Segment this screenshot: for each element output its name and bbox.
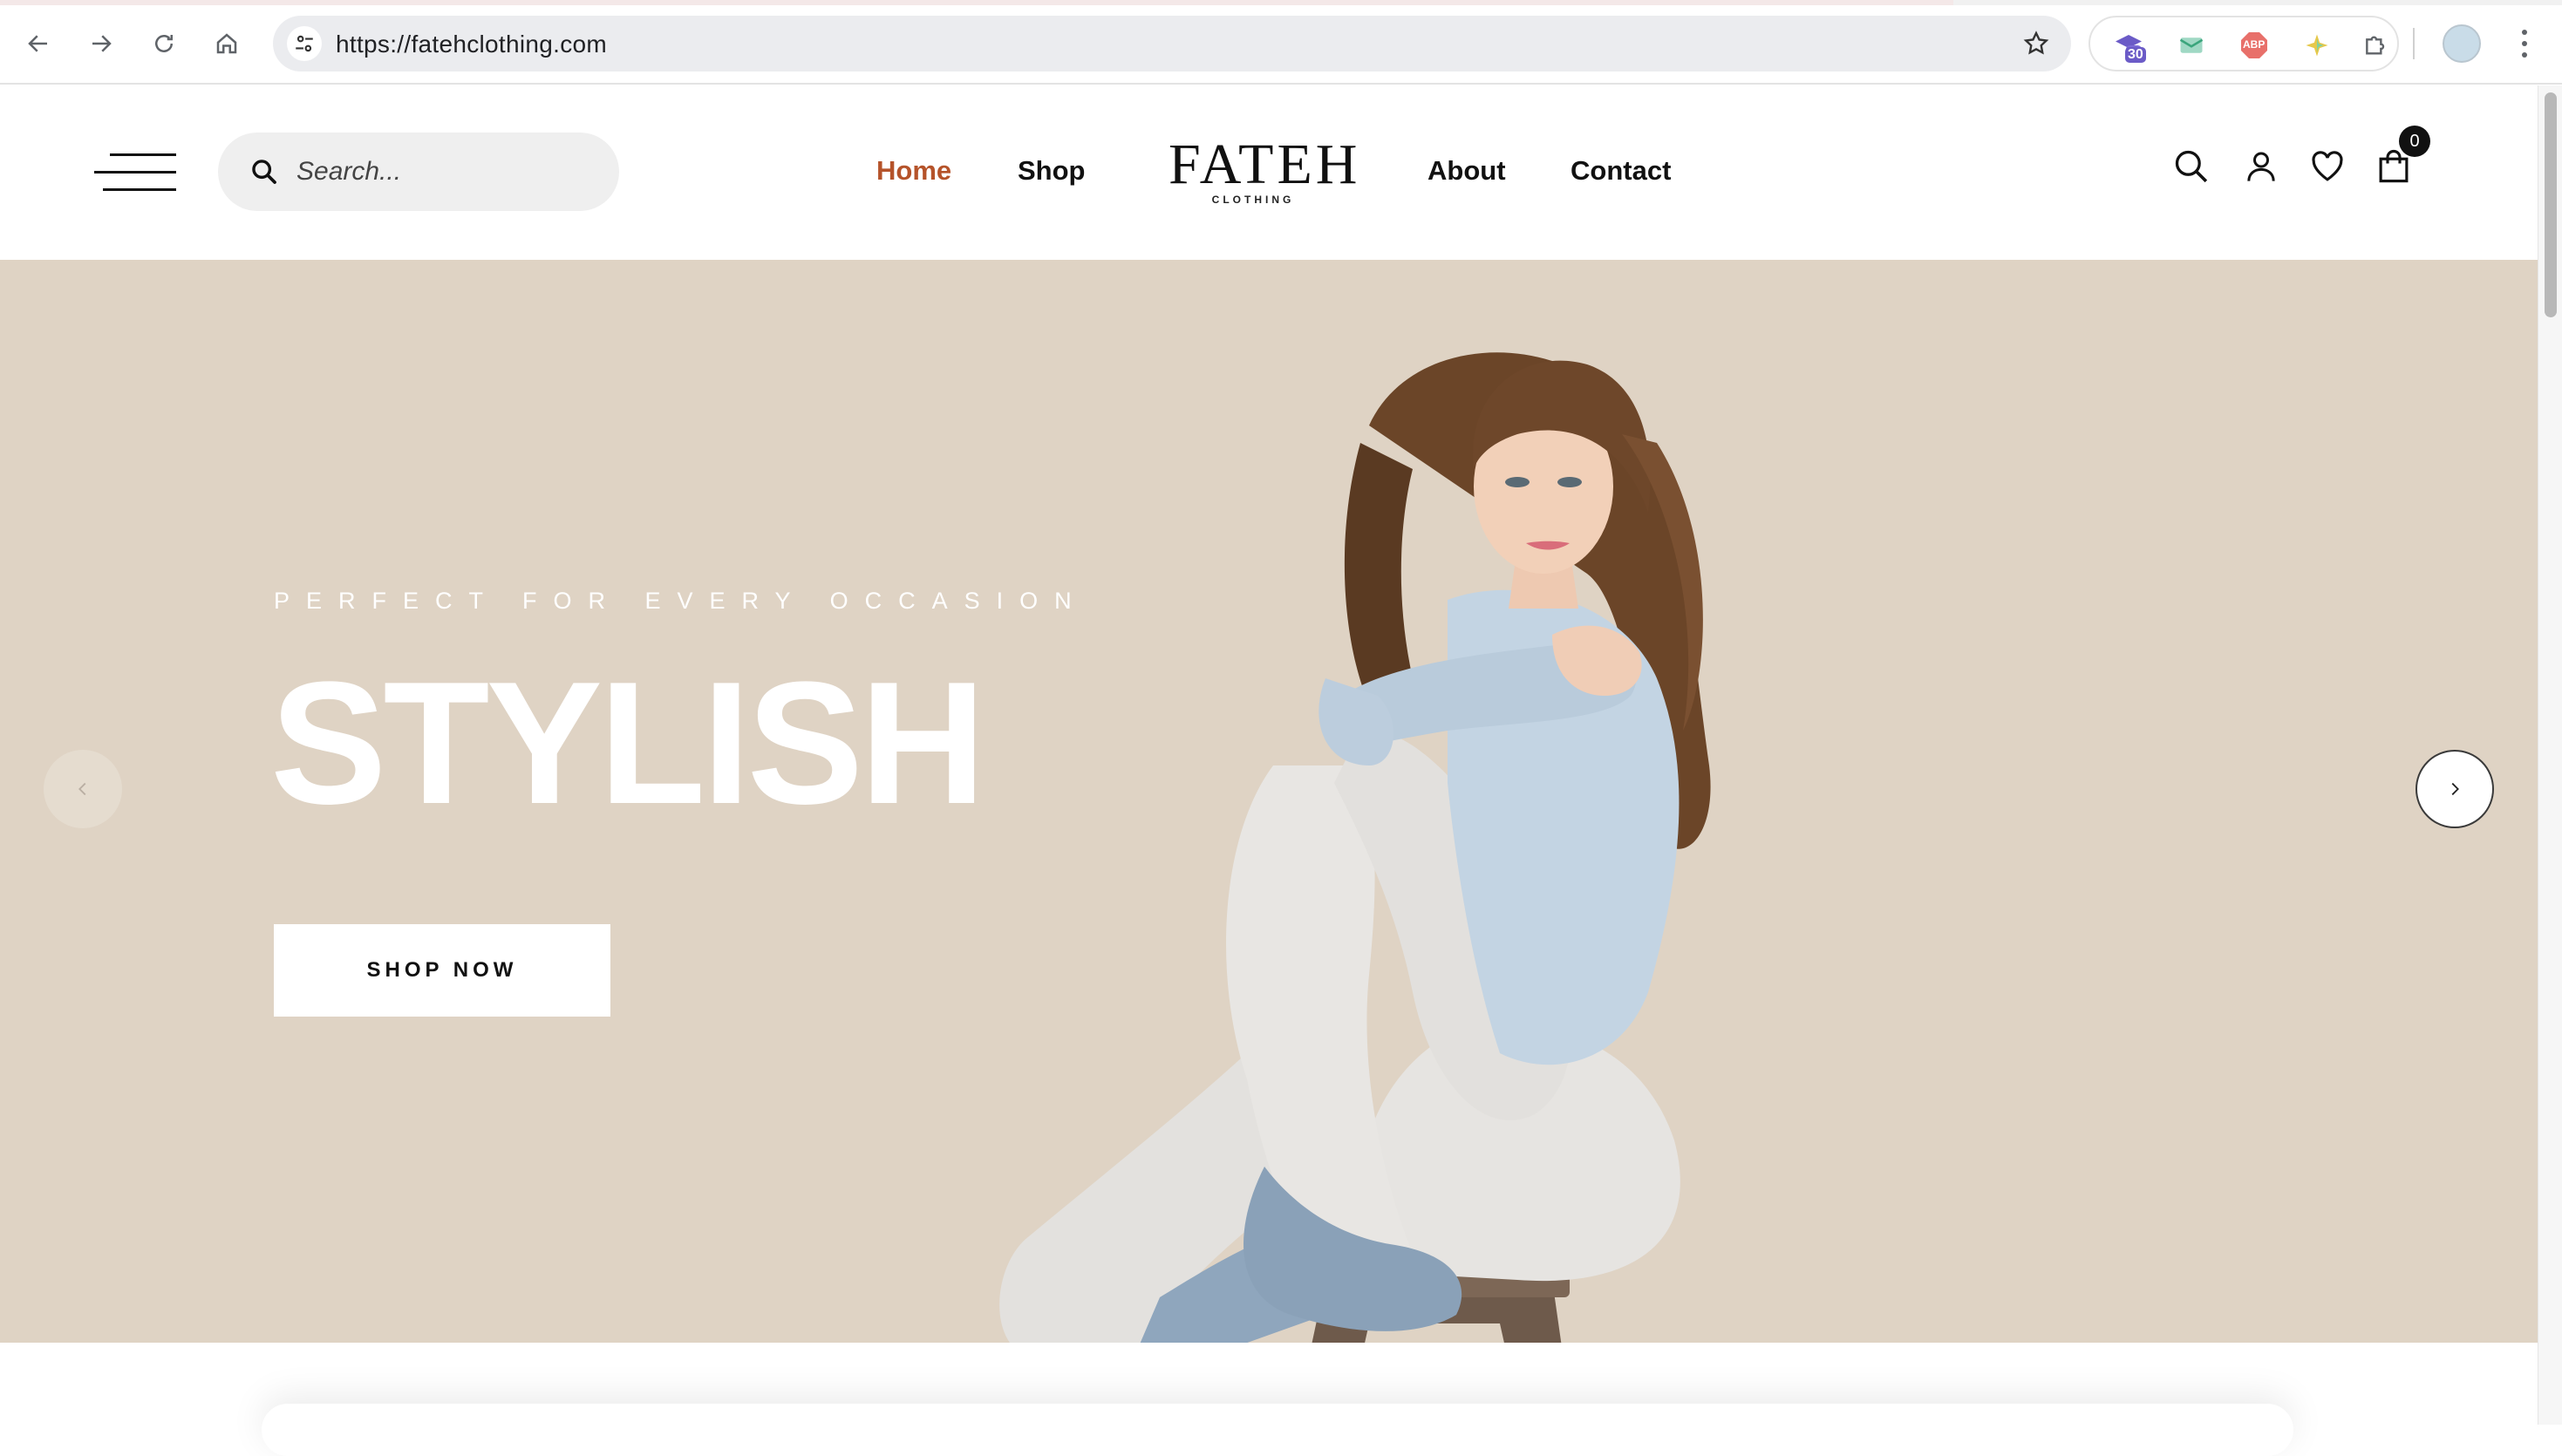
hero-model-image bbox=[999, 352, 1711, 1343]
extension-school[interactable]: 30 bbox=[2113, 30, 2146, 63]
url-text[interactable]: https://fatehclothing.com bbox=[336, 31, 607, 58]
adblock-label: ABP bbox=[2243, 38, 2266, 51]
browser-menu-button[interactable] bbox=[2511, 26, 2538, 61]
hero-headline: STYLISH bbox=[270, 646, 986, 840]
nav-contact[interactable]: Contact bbox=[1571, 155, 1671, 187]
chevron-right-icon bbox=[2451, 782, 2459, 796]
extension-adblock[interactable]: ABP bbox=[2238, 30, 2270, 61]
extension-mail[interactable] bbox=[2176, 30, 2207, 61]
puzzle-icon bbox=[2366, 36, 2385, 55]
home-button[interactable] bbox=[206, 23, 248, 65]
browser-toolbar: https://fatehclothing.com 30 ABP bbox=[0, 0, 2562, 85]
account-button[interactable] bbox=[2239, 143, 2283, 190]
tune-icon bbox=[296, 35, 313, 52]
reload-button[interactable] bbox=[143, 23, 185, 65]
site-header: Home Shop FATEH CLOTHING About Contact 0 bbox=[0, 85, 2538, 260]
tab-strip bbox=[0, 0, 2562, 5]
slider-prev-button[interactable] bbox=[44, 750, 122, 828]
active-tab-edge[interactable] bbox=[0, 0, 1953, 5]
header-search-button[interactable] bbox=[2170, 143, 2213, 190]
nav-home[interactable]: Home bbox=[876, 155, 951, 187]
star-icon bbox=[2023, 31, 2049, 55]
hero-slider: PERFECT FOR EVERY OCCASION STYLISH SHOP … bbox=[0, 260, 2538, 1343]
mail-icon bbox=[2179, 37, 2204, 53]
forward-button[interactable] bbox=[80, 23, 122, 65]
feature-card bbox=[262, 1404, 2293, 1456]
arrow-right-icon bbox=[92, 35, 112, 52]
scrollbar-thumb[interactable] bbox=[2545, 92, 2557, 317]
search-input[interactable] bbox=[296, 152, 593, 192]
extension-sparkle[interactable] bbox=[2301, 30, 2333, 61]
wishlist-button[interactable] bbox=[2306, 143, 2349, 190]
chevron-left-icon bbox=[78, 782, 86, 796]
profile-avatar[interactable] bbox=[2443, 24, 2481, 63]
search-icon bbox=[252, 160, 276, 184]
menu-toggle-button[interactable] bbox=[94, 153, 176, 192]
hero-eyebrow: PERFECT FOR EVERY OCCASION bbox=[274, 588, 1088, 614]
user-icon bbox=[2247, 152, 2275, 181]
dot-icon bbox=[2522, 41, 2527, 46]
logo-word: FATEH bbox=[1169, 133, 1361, 196]
cart-count-badge: 0 bbox=[2399, 126, 2430, 157]
dot-icon bbox=[2522, 52, 2527, 58]
home-icon bbox=[216, 33, 237, 54]
arrow-left-icon bbox=[28, 35, 47, 52]
site-logo[interactable]: FATEH CLOTHING bbox=[1169, 133, 1361, 209]
extensions-bar: 30 ABP bbox=[2088, 16, 2399, 71]
shop-now-button[interactable]: SHOP NOW bbox=[274, 924, 610, 1017]
search-box[interactable] bbox=[218, 133, 619, 211]
reload-icon bbox=[155, 35, 173, 52]
back-button[interactable] bbox=[17, 23, 59, 65]
heart-icon bbox=[2312, 151, 2343, 181]
address-bar[interactable]: https://fatehclothing.com bbox=[273, 16, 2071, 71]
extensions-menu-button[interactable] bbox=[2361, 30, 2392, 61]
slider-next-button[interactable] bbox=[2416, 750, 2494, 828]
search-icon bbox=[2175, 150, 2208, 183]
dot-icon bbox=[2522, 30, 2527, 35]
bookmark-button[interactable] bbox=[2020, 28, 2052, 59]
site-info-button[interactable] bbox=[287, 26, 322, 61]
content-section bbox=[0, 1343, 2538, 1456]
nav-about[interactable]: About bbox=[1427, 155, 1506, 187]
extension-badge: 30 bbox=[2125, 47, 2146, 63]
sparkle-icon bbox=[2306, 34, 2328, 57]
nav-shop[interactable]: Shop bbox=[1018, 155, 1086, 187]
page-scrollbar[interactable] bbox=[2538, 85, 2562, 1425]
toolbar-divider bbox=[2413, 28, 2415, 59]
